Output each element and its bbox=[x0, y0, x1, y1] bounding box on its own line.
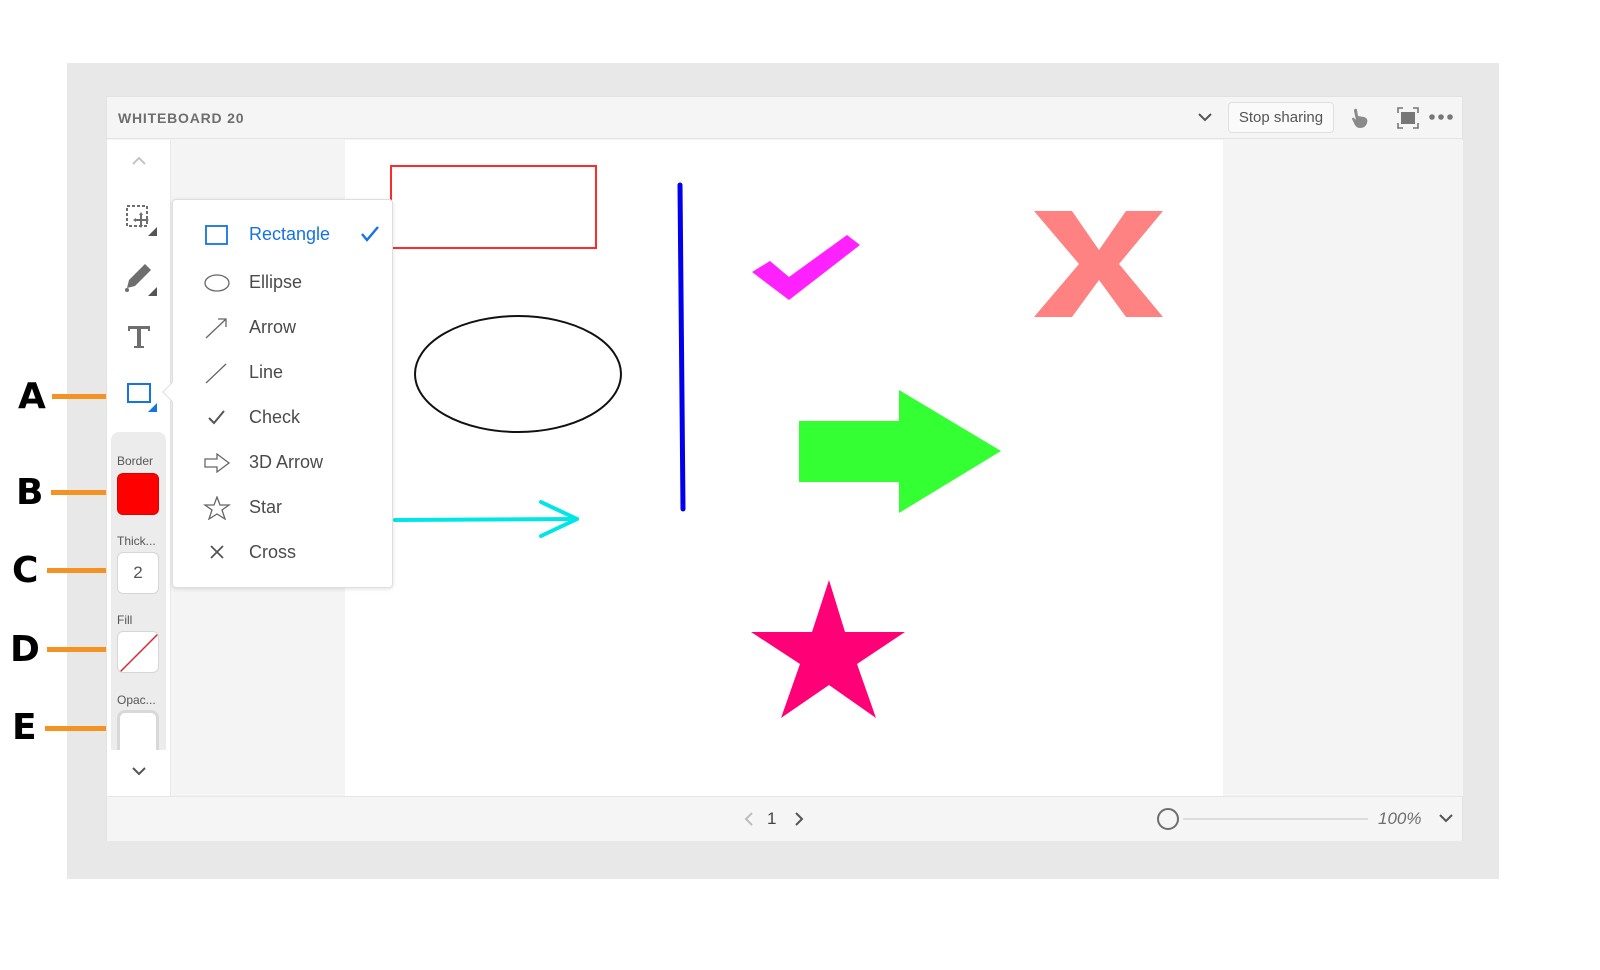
pencil-tool[interactable] bbox=[121, 260, 157, 296]
line-icon bbox=[205, 363, 227, 384]
opacity-label: Opac... bbox=[117, 693, 156, 707]
callout-line-d bbox=[47, 647, 106, 652]
chevron-down-icon[interactable] bbox=[1195, 107, 1215, 127]
zoom-dropdown-chevron-icon[interactable] bbox=[1436, 808, 1456, 828]
callout-line-b bbox=[51, 490, 106, 495]
3d-arrow-icon bbox=[204, 452, 231, 474]
menu-item-label: Arrow bbox=[249, 317, 297, 337]
rectangle-shape[interactable] bbox=[390, 165, 597, 249]
zoom-slider-track[interactable] bbox=[1183, 818, 1368, 820]
callout-label-d: D bbox=[10, 629, 40, 670]
whiteboard-canvas[interactable] bbox=[345, 140, 1223, 796]
cross-icon bbox=[210, 545, 224, 559]
menu-item-3d-arrow[interactable]: 3D Arrow bbox=[173, 442, 392, 482]
menu-item-label: Star bbox=[249, 497, 283, 517]
rectangle-icon bbox=[205, 225, 228, 245]
line-shape[interactable] bbox=[677, 182, 686, 512]
opacity-field[interactable] bbox=[117, 710, 159, 750]
text-icon bbox=[128, 326, 150, 348]
cross-shape[interactable] bbox=[1034, 211, 1163, 317]
menu-item-label: Ellipse bbox=[249, 272, 303, 292]
callout-label-a: A bbox=[18, 376, 46, 417]
menu-item-ellipse[interactable]: Ellipse bbox=[173, 262, 392, 302]
footer-bar: 1 100% bbox=[107, 796, 1462, 841]
menu-item-label: Cross bbox=[249, 542, 297, 562]
menu-item-label: Line bbox=[249, 362, 284, 382]
more-options-icon[interactable] bbox=[1428, 107, 1454, 127]
callout-line-a bbox=[52, 394, 106, 399]
thickness-label: Thick... bbox=[117, 534, 156, 548]
menu-item-arrow[interactable]: Arrow bbox=[173, 307, 392, 347]
border-label: Border bbox=[117, 454, 154, 468]
thickness-field[interactable]: 2 bbox=[117, 552, 159, 594]
stop-sharing-button[interactable]: Stop sharing bbox=[1228, 102, 1334, 133]
fill-label: Fill bbox=[117, 613, 133, 627]
chevron-up-icon[interactable] bbox=[129, 154, 149, 168]
window-title: WHITEBOARD 20 bbox=[118, 110, 245, 126]
menu-item-cross[interactable]: Cross bbox=[173, 532, 392, 572]
border-color-swatch[interactable] bbox=[117, 473, 159, 515]
ellipse-shape[interactable] bbox=[414, 315, 622, 433]
ellipse-icon bbox=[204, 274, 230, 292]
menu-item-label: Check bbox=[249, 407, 301, 427]
star-icon bbox=[203, 496, 231, 520]
menu-item-star[interactable]: Star bbox=[173, 487, 392, 527]
text-tool[interactable] bbox=[121, 318, 157, 354]
properties-panel: Border Thick... 2 Fill Opac... bbox=[111, 432, 166, 750]
check-icon bbox=[208, 410, 225, 425]
callout-line-e bbox=[45, 726, 106, 731]
title-bar: WHITEBOARD 20 Stop sharing bbox=[107, 97, 1462, 139]
check-shape[interactable] bbox=[752, 235, 860, 300]
arrow-shape[interactable] bbox=[393, 500, 579, 538]
menu-item-line[interactable]: Line bbox=[173, 352, 392, 392]
checkmark-icon bbox=[361, 226, 379, 242]
menu-item-check[interactable]: Check bbox=[173, 397, 392, 437]
canvas-margin-right bbox=[1223, 140, 1463, 796]
fullscreen-icon[interactable] bbox=[1396, 106, 1420, 130]
menu-item-label: 3D Arrow bbox=[249, 452, 324, 472]
previous-page-button[interactable] bbox=[741, 809, 757, 829]
pencil-icon bbox=[125, 264, 157, 296]
menu-item-rectangle[interactable]: Rectangle bbox=[173, 214, 392, 254]
rectangle-icon bbox=[127, 383, 157, 412]
shape-tool[interactable] bbox=[121, 376, 157, 412]
select-tool[interactable] bbox=[121, 200, 157, 236]
star-shape[interactable] bbox=[751, 580, 905, 718]
tools-sidebar: Border Thick... 2 Fill Opac... bbox=[107, 140, 171, 796]
callout-line-c bbox=[47, 568, 106, 573]
arrow-icon bbox=[205, 318, 227, 339]
callout-label-b: B bbox=[16, 472, 44, 513]
shape-menu: Rectangle Ellipse Arrow Line Check 3D Ar… bbox=[162, 199, 393, 588]
chevron-down-icon[interactable] bbox=[129, 764, 149, 778]
page-number: 1 bbox=[767, 809, 777, 828]
3d-arrow-shape[interactable] bbox=[799, 390, 1001, 513]
menu-item-label: Rectangle bbox=[249, 224, 331, 244]
fill-color-swatch[interactable] bbox=[117, 631, 159, 673]
select-move-icon bbox=[126, 205, 157, 236]
next-page-button[interactable] bbox=[791, 809, 807, 829]
zoom-level: 100% bbox=[1378, 809, 1422, 828]
no-fill-icon bbox=[119, 633, 158, 672]
zoom-slider-handle[interactable] bbox=[1157, 808, 1179, 830]
hand-pointer-icon[interactable] bbox=[1348, 106, 1372, 130]
callout-label-c: C bbox=[12, 550, 39, 591]
callout-label-e: E bbox=[12, 707, 37, 748]
